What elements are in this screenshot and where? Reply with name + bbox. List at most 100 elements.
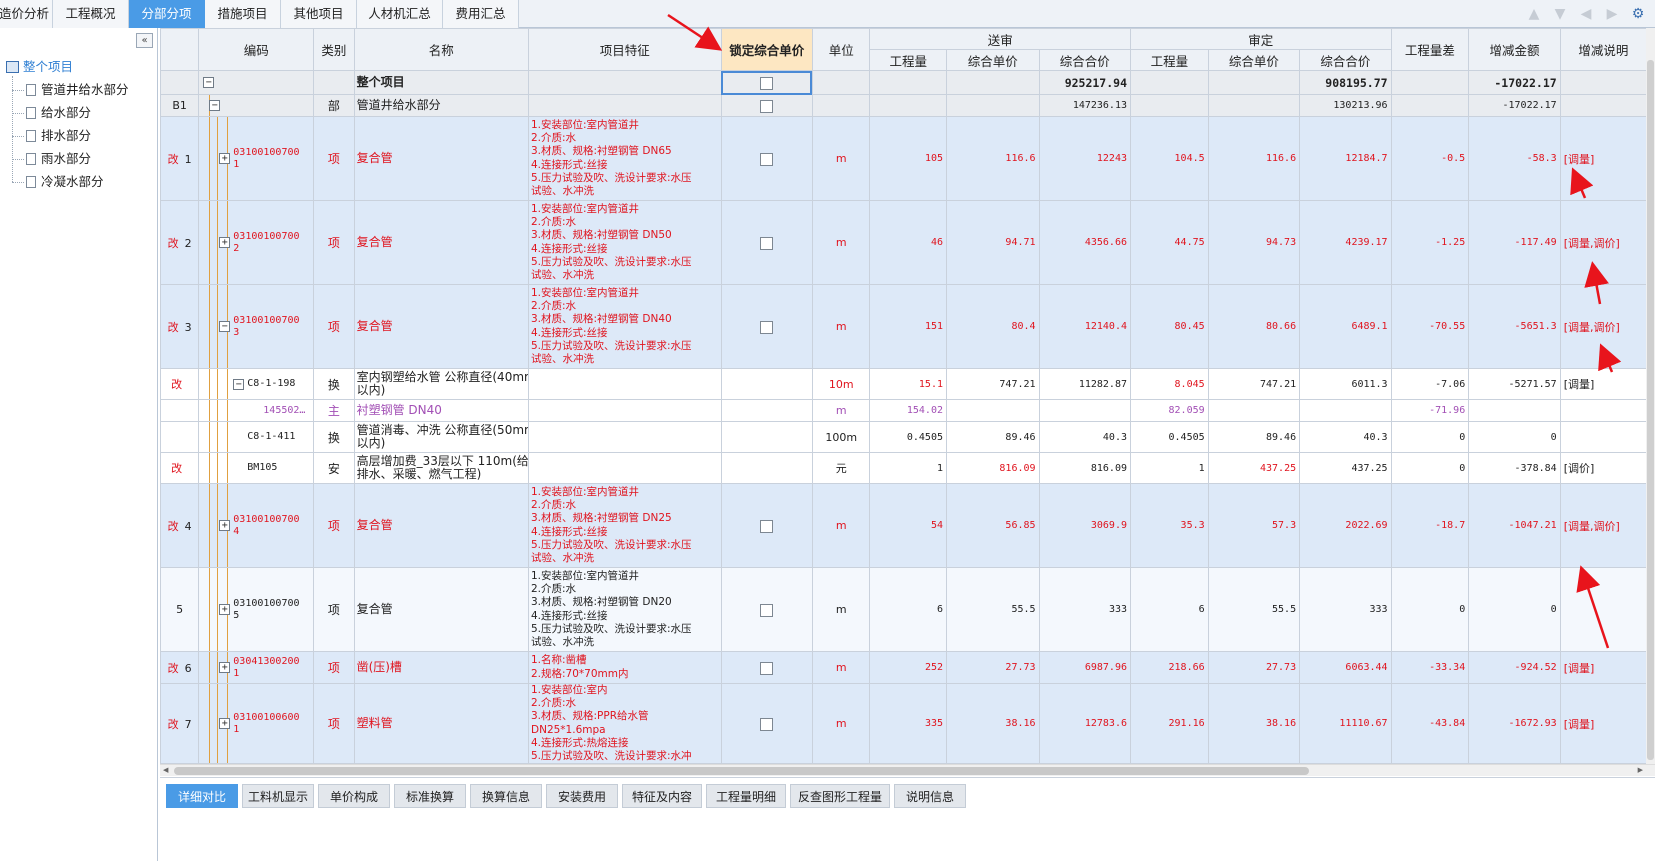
qty-diff-cell[interactable] xyxy=(1390,94,1470,117)
lock-price-checkbox[interactable] xyxy=(760,76,774,90)
lock-price-checkbox[interactable] xyxy=(760,236,774,250)
approved-unit-price-cell[interactable]: 27.73 xyxy=(1207,651,1301,684)
diff-note-cell[interactable]: [调量] xyxy=(1559,116,1646,201)
lock-price-checkbox[interactable] xyxy=(760,99,774,113)
collapse-panel-button[interactable]: « xyxy=(136,33,153,48)
bottom-tab-4[interactable]: 换算信息 xyxy=(470,784,542,808)
diff-note-cell[interactable] xyxy=(1559,94,1646,117)
amount-diff-cell[interactable]: -1047.21 xyxy=(1468,483,1561,568)
top-tab-5[interactable]: 人材机汇总 xyxy=(357,0,443,28)
approved-qty-cell[interactable]: 82.059 xyxy=(1130,399,1209,422)
qty-diff-cell[interactable]: -71.96 xyxy=(1390,399,1470,422)
lock-price-cell[interactable] xyxy=(720,116,813,201)
type-cell[interactable] xyxy=(313,70,355,95)
unit-cell[interactable] xyxy=(811,70,871,95)
code-cell[interactable]: BM105 xyxy=(198,452,315,484)
lock-price-cell[interactable] xyxy=(720,200,813,285)
unit-cell[interactable]: 元 xyxy=(811,452,871,484)
arrow-down-icon[interactable]: ▼ xyxy=(1551,5,1569,23)
unit-cell[interactable]: m xyxy=(811,399,871,422)
bill-item-row[interactable]: 5 +03100100700 5 项复合管 1.安装部位:室内管道井 2.介质:水 3… xyxy=(160,567,1646,652)
name-cell[interactable]: 衬塑钢管 DN40 xyxy=(353,399,530,422)
sent-qty-cell[interactable]: 154.02 xyxy=(869,399,947,422)
amount-diff-cell[interactable]: -117.49 xyxy=(1468,200,1561,285)
name-cell[interactable]: 凿(压)槽 xyxy=(353,651,530,684)
unit-cell[interactable]: m xyxy=(811,200,871,285)
diff-note-cell[interactable]: [调量,调价] xyxy=(1559,483,1646,568)
unit-cell[interactable]: m xyxy=(811,284,871,369)
unit-cell[interactable]: m xyxy=(811,116,871,201)
sent-unit-price-cell[interactable]: 27.73 xyxy=(946,651,1040,684)
bill-item-row[interactable]: 改 1 +03100100700 1 项复合管 1.安装部位:室内管道井 2.介质:水 … xyxy=(160,116,1646,201)
bottom-tab-5[interactable]: 安装费用 xyxy=(546,784,618,808)
lock-price-cell[interactable] xyxy=(720,399,813,422)
approved-unit-price-cell[interactable]: 38.16 xyxy=(1207,682,1301,764)
sent-unit-price-cell[interactable]: 56.85 xyxy=(946,483,1040,568)
feature-cell[interactable]: 1.安装部位:室内 2.介质:水 3.材质、规格:PPR给水管 DN25*1.6… xyxy=(528,682,722,764)
approved-qty-cell[interactable]: 6 xyxy=(1130,567,1209,652)
diff-note-cell[interactable] xyxy=(1559,399,1646,422)
approved-total-cell[interactable]: 333 xyxy=(1299,567,1392,652)
qty-diff-cell[interactable]: -18.7 xyxy=(1390,483,1470,568)
name-cell[interactable]: 塑料管 xyxy=(353,682,530,764)
bill-item-row[interactable]: 改 3−03100100700 3 项复合管 1.安装部位:室内管道井 2.介质:水 … xyxy=(160,284,1646,369)
diff-note-cell[interactable]: [调量] xyxy=(1559,682,1646,764)
expand-toggle-icon[interactable]: + xyxy=(219,662,231,673)
type-cell[interactable]: 项 xyxy=(313,284,355,369)
unit-cell[interactable]: m xyxy=(811,682,871,764)
lock-price-checkbox[interactable] xyxy=(760,717,774,731)
sent-total-cell[interactable]: 147236.13 xyxy=(1038,94,1132,117)
amount-diff-cell[interactable]: -378.84 xyxy=(1468,452,1561,484)
sent-unit-price-cell[interactable]: 80.4 xyxy=(946,284,1040,369)
feature-cell[interactable] xyxy=(528,70,722,95)
bottom-tab-6[interactable]: 特征及内容 xyxy=(622,784,702,808)
feature-cell[interactable] xyxy=(528,368,722,400)
approved-qty-cell[interactable]: 104.5 xyxy=(1130,116,1209,201)
sent-qty-cell[interactable]: 0.4505 xyxy=(869,421,947,453)
header-feature[interactable]: 项目特征 xyxy=(528,28,722,71)
feature-cell[interactable]: 1.安装部位:室内管道井 2.介质:水 3.材质、规格:衬塑钢管 DN25 4.… xyxy=(528,483,722,568)
approved-unit-price-cell[interactable] xyxy=(1207,70,1301,95)
tree-root-item[interactable]: 整个项目 xyxy=(6,57,73,77)
sent-total-cell[interactable]: 816.09 xyxy=(1038,452,1132,484)
amount-diff-cell[interactable]: -58.3 xyxy=(1468,116,1561,201)
sent-qty-cell[interactable]: 6 xyxy=(869,567,947,652)
qty-diff-cell[interactable]: -33.34 xyxy=(1390,651,1470,684)
vertical-scrollbar[interactable] xyxy=(1646,28,1655,764)
tree-item-3[interactable]: 雨水部分 xyxy=(26,149,91,169)
collapse-toggle-icon[interactable]: − xyxy=(203,77,215,88)
header-sent-qty[interactable]: 工程量 xyxy=(869,49,947,71)
qty-diff-cell[interactable]: 0 xyxy=(1390,452,1470,484)
scroll-right-arrow-icon[interactable]: ▶ xyxy=(1638,766,1643,774)
sent-unit-price-cell[interactable]: 55.5 xyxy=(946,567,1040,652)
lock-price-cell[interactable] xyxy=(720,682,813,764)
amount-diff-cell[interactable] xyxy=(1468,399,1561,422)
type-cell[interactable]: 项 xyxy=(313,651,355,684)
approved-unit-price-cell[interactable]: 57.3 xyxy=(1207,483,1301,568)
scroll-left-arrow-icon[interactable]: ◀ xyxy=(163,766,168,774)
qty-diff-cell[interactable]: -43.84 xyxy=(1390,682,1470,764)
sent-total-cell[interactable]: 12243 xyxy=(1038,116,1132,201)
approved-qty-cell[interactable]: 1 xyxy=(1130,452,1209,484)
code-cell[interactable]: 145502… xyxy=(198,399,315,422)
sent-unit-price-cell[interactable]: 747.21 xyxy=(946,368,1040,400)
tree-item-0[interactable]: 管道井给水部分 xyxy=(26,80,129,100)
approved-unit-price-cell[interactable]: 747.21 xyxy=(1207,368,1301,400)
header-lock-unit-price[interactable]: 锁定综合单价 xyxy=(720,28,813,71)
type-cell[interactable]: 部 xyxy=(313,94,355,117)
name-cell[interactable]: 复合管 xyxy=(353,116,530,201)
main-material-row[interactable]: 145502… 主衬塑钢管 DN40 m 154.02 82.059 -71.96 xyxy=(160,399,1646,422)
top-tab-3[interactable]: 措施项目 xyxy=(205,0,281,28)
sent-qty-cell[interactable]: 335 xyxy=(869,682,947,764)
type-cell[interactable]: 项 xyxy=(313,200,355,285)
amount-diff-cell[interactable]: 0 xyxy=(1468,567,1561,652)
sent-total-cell[interactable]: 40.3 xyxy=(1038,421,1132,453)
amount-diff-cell[interactable]: -1672.93 xyxy=(1468,682,1561,764)
approved-qty-cell[interactable]: 0.4505 xyxy=(1130,421,1209,453)
quota-sub-row[interactable]: 改 − C8-1-198 换室内钢塑给水管 公称直径(40mm 以内) 10m 15.1 7… xyxy=(160,368,1646,400)
lock-price-checkbox[interactable] xyxy=(760,519,774,533)
sent-qty-cell[interactable]: 105 xyxy=(869,116,947,201)
lock-price-checkbox[interactable] xyxy=(760,661,774,675)
code-cell[interactable]: +03100100700 4 xyxy=(198,483,315,568)
unit-cell[interactable]: m xyxy=(811,483,871,568)
